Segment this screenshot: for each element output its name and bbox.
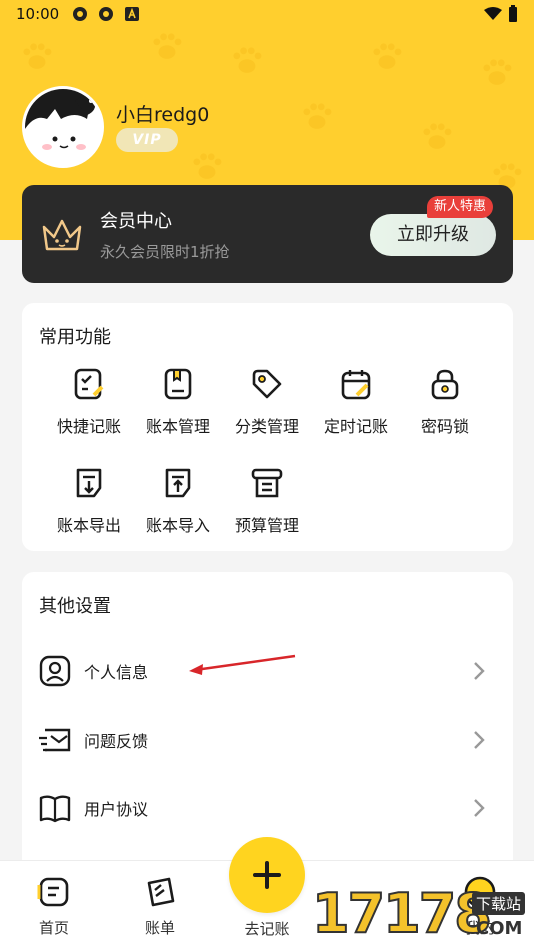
book-icon [39,795,71,823]
feedback-icon [39,728,71,752]
paw-decoration-icon [193,153,222,179]
home-icon [37,877,69,907]
paw-decoration-icon [373,43,402,69]
feature-ledger-export[interactable]: 账本导出 [44,466,134,546]
vip-center-card[interactable]: 会员中心 永久会员限时1折抢 立即升级 新人特惠 [22,185,513,283]
feature-label: 密码锁 [420,417,469,436]
app-notification-icon [73,7,88,21]
tab-bills[interactable]: 账单 [120,875,200,938]
ledger-icon [164,368,192,400]
watermark-site: 下载站 [472,892,526,915]
paw-decoration-icon [423,123,452,149]
watermark-domain: COM [476,918,523,939]
feature-password-lock[interactable]: 密码锁 [400,367,490,447]
vip-badge: VIP [116,128,178,152]
feature-label: 账本导入 [145,516,210,535]
new-user-badge: 新人特惠 [427,196,494,218]
settings-row-label: 个人信息 [84,663,149,682]
feature-label: 账本导出 [56,516,121,535]
paw-decoration-icon [303,103,332,129]
wifi-icon [484,7,502,20]
vip-center-subtitle: 永久会员限时1折抢 [100,243,230,261]
feature-label: 账本管理 [145,417,210,436]
app-notification-icon [99,7,114,21]
battery-icon [509,5,517,22]
feature-label: 快捷记账 [56,417,121,436]
chevron-right-icon [474,799,485,817]
feature-ledger-management[interactable]: 账本管理 [133,367,223,447]
annotation-arrow-icon [189,654,296,675]
cat-avatar-icon [25,89,101,165]
feature-label: 预算管理 [234,516,299,535]
watermark-number: 17178 [311,881,493,946]
upgrade-button[interactable]: 立即升级 [370,214,496,256]
add-entry-button[interactable] [229,837,305,913]
feature-quick-entry[interactable]: 快捷记账 [44,367,134,447]
tag-icon [252,369,282,399]
tab-home[interactable]: 首页 [14,875,94,938]
username[interactable]: 小白redg0 [116,100,209,127]
paw-decoration-icon [23,43,52,69]
budget-icon [251,468,283,498]
lock-icon [431,369,459,400]
feature-scheduled-entry[interactable]: 定时记账 [311,367,401,447]
tab-home-label: 首页 [38,919,69,937]
import-icon [165,468,191,498]
calendar-icon [341,370,371,400]
user-icon [39,655,71,687]
settings-row-feedback[interactable]: 问题反馈 [22,710,513,770]
quick-entry-icon [74,368,104,400]
settings-row-label: 用户协议 [84,800,149,819]
settings-row-user-agreement[interactable]: 用户协议 [22,778,513,838]
other-settings-title: 其他设置 [39,596,111,617]
common-functions-card: 常用功能 快捷记账 账本管理 分类管理 定时记账 密码锁 账本导出 账本导入 预… [22,303,513,551]
settings-row-label: 问题反馈 [84,732,149,751]
chevron-right-icon [474,731,485,749]
paw-decoration-icon [153,33,182,59]
paw-decoration-icon [233,47,262,73]
crown-icon [42,219,82,251]
other-settings-card: 其他设置 个人信息 问题反馈 用户协议 [22,572,513,872]
feature-category-management[interactable]: 分类管理 [222,367,312,447]
chevron-right-icon [474,662,485,680]
common-functions-title: 常用功能 [39,327,111,348]
tab-bills-label: 账单 [144,919,175,937]
avatar[interactable] [22,86,104,168]
status-bar: 10:00 [0,0,534,28]
feature-ledger-import[interactable]: 账本导入 [133,466,223,546]
bills-icon [147,877,175,907]
export-icon [76,468,102,498]
feature-budget-management[interactable]: 预算管理 [222,466,312,546]
status-time: 10:00 [16,5,60,23]
plus-icon [253,861,281,889]
font-notification-icon [125,7,140,21]
feature-label: 定时记账 [323,417,388,436]
feature-label: 分类管理 [234,417,299,436]
add-entry-label: 去记账 [244,920,290,938]
watermark: 17178 下载站 COM [308,868,534,950]
vip-center-title: 会员中心 [100,211,172,232]
paw-decoration-icon [483,59,512,85]
